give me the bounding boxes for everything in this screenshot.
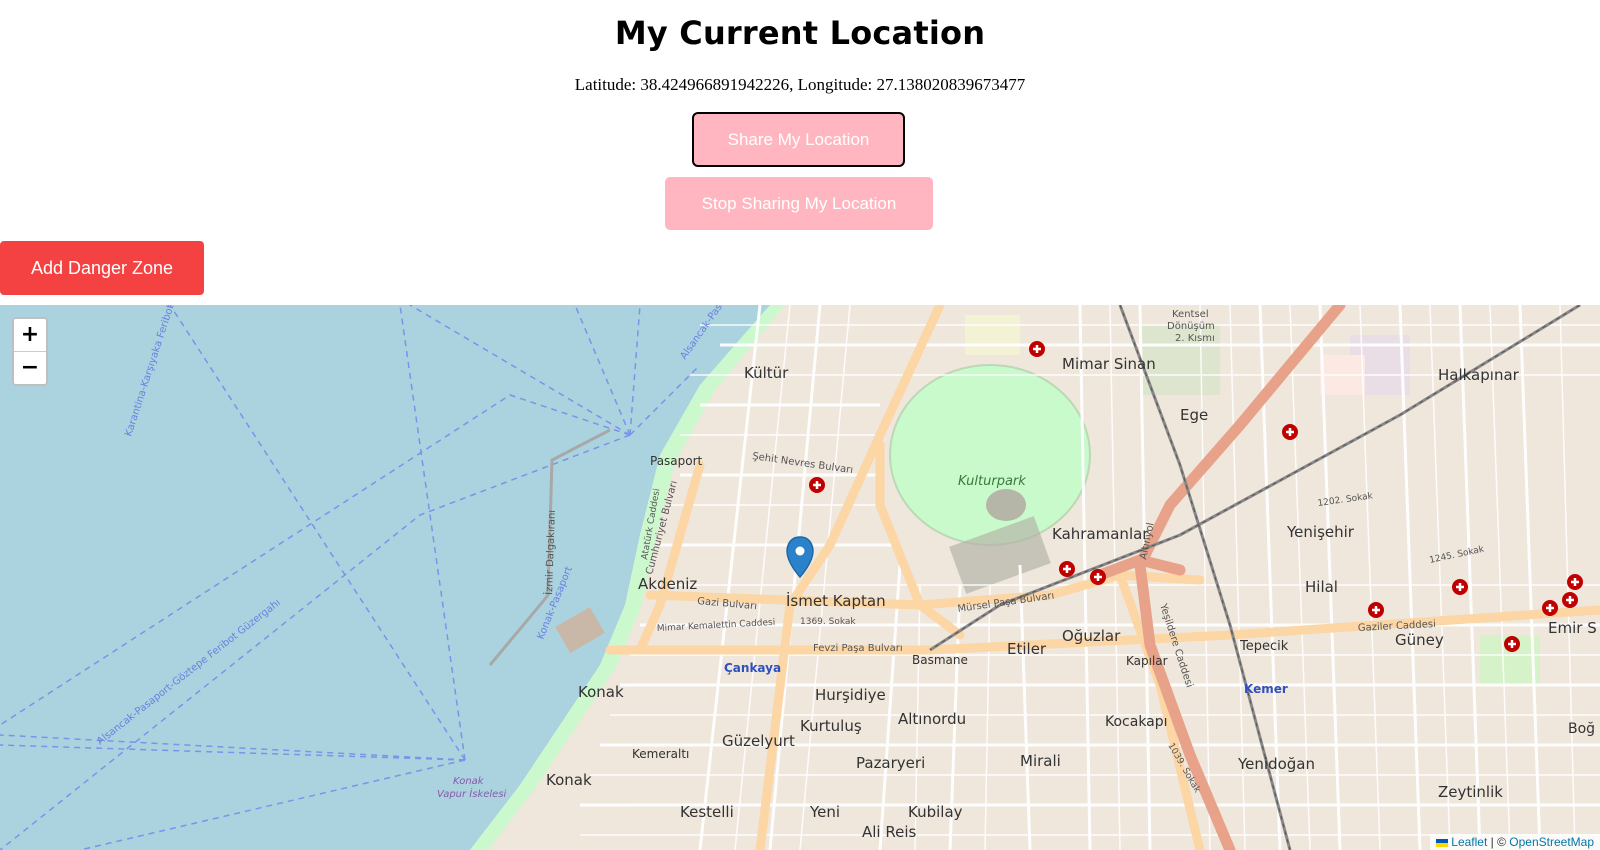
label-donusum: Dönüşüm bbox=[1167, 321, 1215, 332]
label-yeni: Yeni bbox=[809, 803, 840, 821]
label-zeytinlik: Zeytinlik bbox=[1438, 783, 1503, 801]
coordinates-text: Latitude: 38.424966891942226, Longitude:… bbox=[574, 75, 1026, 94]
label-kismi: 2. Kısmı bbox=[1175, 333, 1215, 344]
label-altinordu: Altınordu bbox=[898, 710, 966, 728]
label-emir-sultan: Emir S bbox=[1548, 619, 1597, 637]
label-pasaport: Pasaport bbox=[650, 454, 703, 468]
label-konak-vapur-1: Konak bbox=[453, 776, 485, 787]
map-view[interactable]: Kültür Mimar Sinan Halkapınar Ege Pasapo… bbox=[0, 305, 1600, 850]
zoom-control: + − bbox=[12, 317, 48, 386]
label-kocakapi: Kocakapı bbox=[1105, 714, 1168, 730]
label-konak-top: Konak bbox=[578, 683, 624, 701]
label-tepecik: Tepecik bbox=[1239, 639, 1289, 654]
openstreetmap-link[interactable]: OpenStreetMap bbox=[1509, 835, 1594, 849]
label-kubilay: Kubilay bbox=[908, 803, 963, 821]
add-danger-zone-button[interactable]: Add Danger Zone bbox=[0, 241, 204, 295]
label-kapilar: Kapılar bbox=[1126, 654, 1168, 668]
label-kemeralti: Kemeraltı bbox=[632, 747, 689, 761]
share-location-button[interactable]: Share My Location bbox=[692, 112, 905, 167]
label-pazaryeri: Pazaryeri bbox=[856, 754, 925, 772]
label-ali-reis: Ali Reis bbox=[862, 823, 917, 841]
label-hilal: Hilal bbox=[1305, 578, 1338, 596]
leaflet-link[interactable]: Leaflet bbox=[1451, 835, 1487, 849]
ukraine-flag-icon bbox=[1436, 838, 1449, 847]
label-kahramanlar: Kahramanlar bbox=[1052, 525, 1149, 543]
zoom-out-button[interactable]: − bbox=[14, 352, 46, 384]
map-tiles: Kültür Mimar Sinan Halkapınar Ege Pasapo… bbox=[0, 305, 1600, 850]
label-guzelyurt: Güzelyurt bbox=[722, 732, 795, 750]
label-mirali: Mirali bbox=[1020, 752, 1061, 770]
label-basmane: Basmane bbox=[912, 653, 968, 667]
label-guney: Güney bbox=[1395, 631, 1444, 649]
label-cankaya: Çankaya bbox=[724, 661, 781, 675]
label-ege: Ege bbox=[1180, 406, 1208, 424]
label-konak-vapur-2: Vapur İskelesi bbox=[437, 787, 507, 800]
zoom-in-button[interactable]: + bbox=[14, 319, 46, 352]
stop-sharing-button[interactable]: Stop Sharing My Location bbox=[665, 177, 933, 230]
label-kestelli: Kestelli bbox=[680, 803, 734, 821]
label-sokak-1369: 1369. Sokak bbox=[800, 617, 856, 627]
label-mimar-sinan: Mimar Sinan bbox=[1062, 355, 1156, 373]
map-attribution: Leaflet | © OpenStreetMap bbox=[1430, 834, 1600, 850]
attribution-separator: | © bbox=[1487, 835, 1510, 849]
label-kemer: Kemer bbox=[1244, 682, 1288, 696]
label-konak-bottom: Konak bbox=[546, 771, 592, 789]
label-halkapinar: Halkapınar bbox=[1438, 366, 1520, 384]
label-kentsel: Kentsel bbox=[1172, 309, 1209, 320]
label-hursidiye: Hurşidiye bbox=[815, 686, 886, 704]
label-kulturpark: Kulturpark bbox=[958, 474, 1026, 489]
label-fevzi-pasa: Fevzi Paşa Bulvarı bbox=[813, 643, 903, 654]
label-oguzlar: Oğuzlar bbox=[1062, 627, 1121, 645]
label-kultur: Kültür bbox=[744, 364, 789, 382]
label-yenidogan: Yenidoğan bbox=[1237, 755, 1315, 773]
label-etiler: Etiler bbox=[1007, 640, 1047, 658]
label-akdeniz: Akdeniz bbox=[638, 575, 697, 593]
label-ismet-kaptan: İsmet Kaptan bbox=[786, 591, 886, 610]
kulturpark-area bbox=[889, 364, 1091, 546]
label-bogaz: Boğ bbox=[1568, 721, 1595, 737]
label-kurtulus: Kurtuluş bbox=[800, 717, 862, 735]
label-yenisehir: Yenişehir bbox=[1286, 523, 1355, 541]
page-title: My Current Location bbox=[614, 14, 986, 52]
